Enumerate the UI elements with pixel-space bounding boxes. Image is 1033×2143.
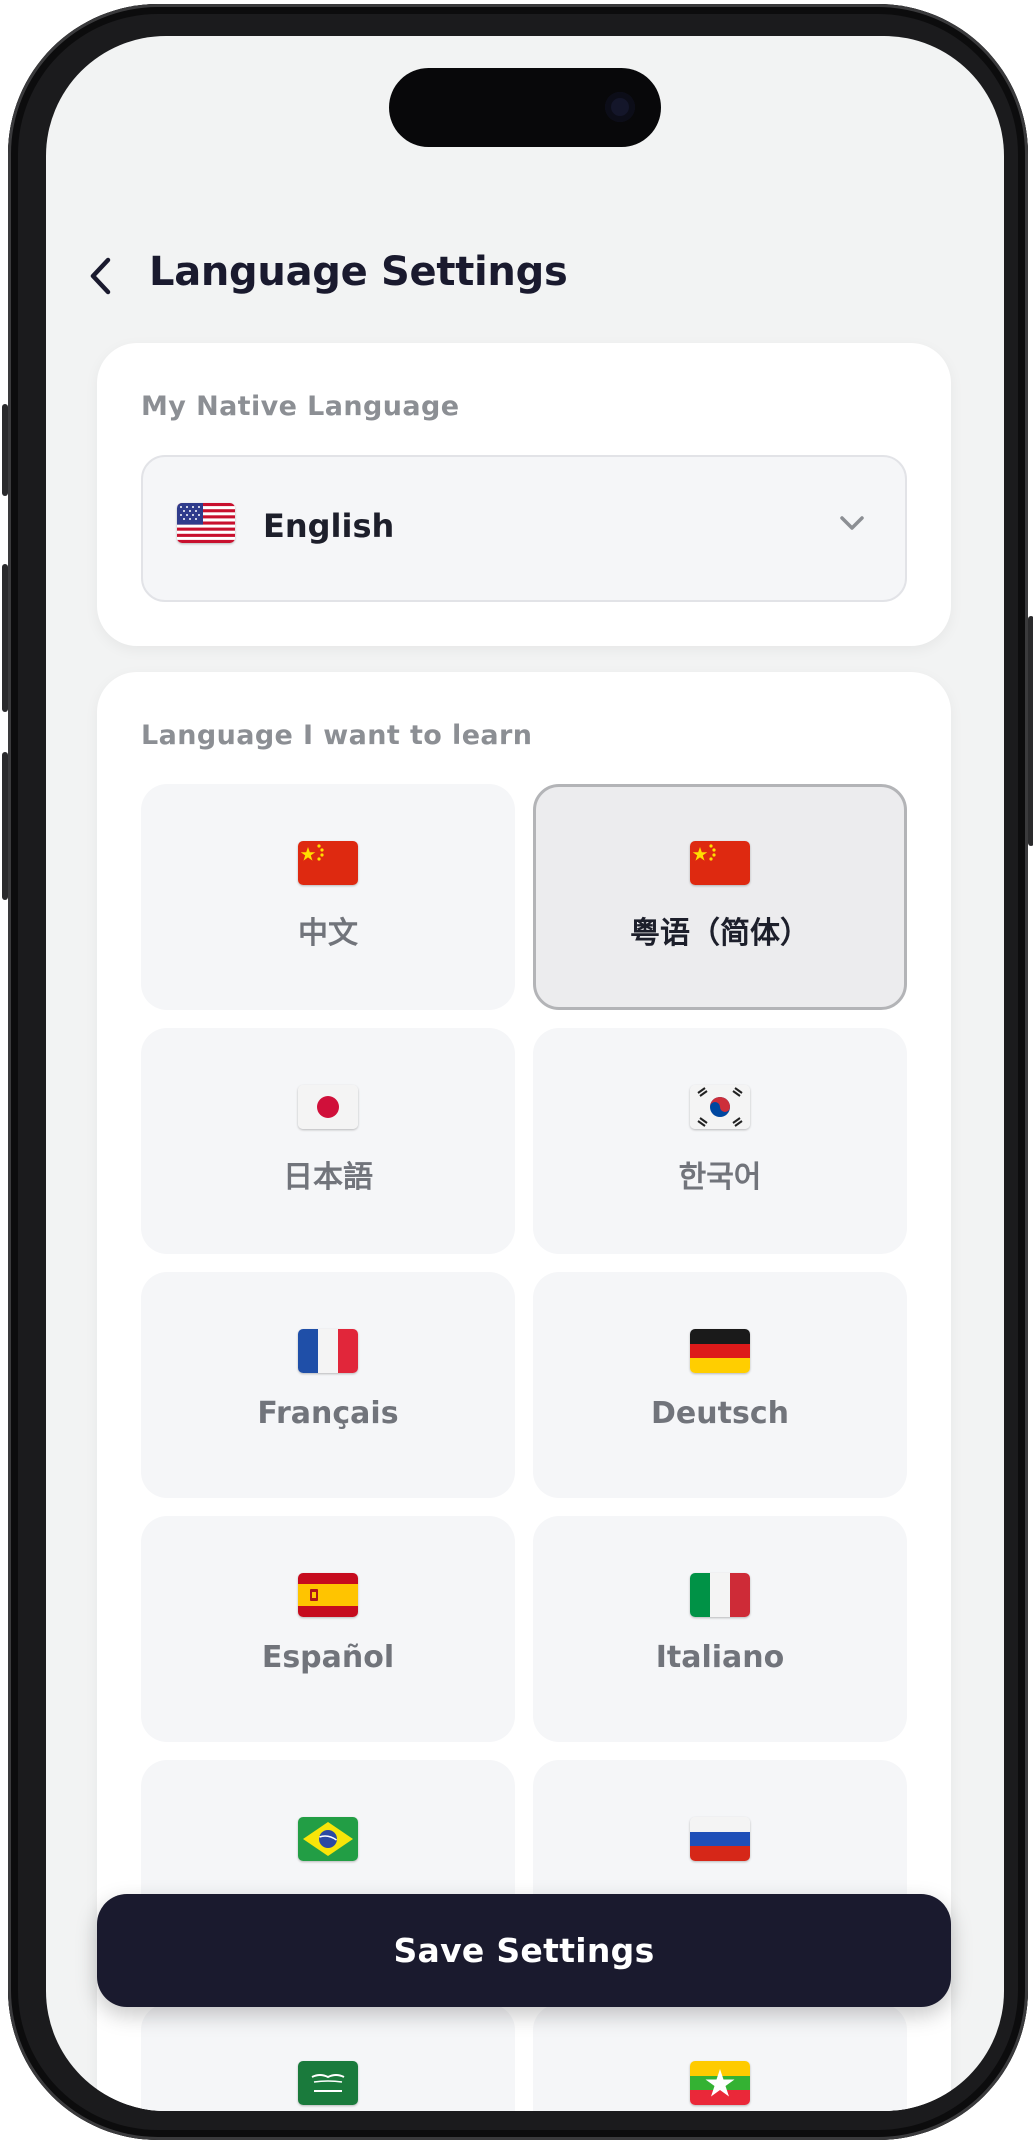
header: Language Settings [46, 216, 1004, 336]
volume-up-button [2, 564, 8, 712]
language-option-label: 日本語 [283, 1160, 373, 1195]
language-option-label: 한국어 [678, 1160, 762, 1195]
phone-frame: Language Settings My Native Language Eng… [2, 4, 1033, 2140]
russia-flag-icon [690, 1817, 750, 1861]
language-option-french[interactable]: Français [141, 1272, 515, 1498]
screen: Language Settings My Native Language Eng… [46, 36, 1004, 2111]
action-button [2, 404, 8, 496]
page-title: Language Settings [149, 249, 568, 295]
dynamic-island [389, 68, 661, 147]
language-option-italian[interactable]: Italiano [533, 1516, 907, 1742]
china-flag-icon [690, 841, 750, 885]
language-option-spanish[interactable]: Español [141, 1516, 515, 1742]
native-language-select[interactable]: English [141, 455, 907, 602]
language-option-burmese[interactable] [533, 2004, 907, 2111]
native-language-value: English [263, 507, 395, 545]
camera-icon [605, 92, 635, 122]
chevron-left-icon [90, 257, 111, 295]
germany-flag-icon [690, 1329, 750, 1373]
korea-flag-icon [690, 1085, 750, 1129]
volume-down-button [2, 752, 8, 900]
save-settings-label: Save Settings [393, 1931, 655, 1970]
learn-language-label: Language I want to learn [141, 720, 533, 751]
chevron-down-icon [839, 515, 865, 535]
back-button[interactable] [80, 256, 120, 296]
language-option-label: 中文 [298, 916, 358, 951]
language-option-japanese[interactable]: 日本語 [141, 1028, 515, 1254]
native-language-card: My Native Language English [97, 343, 951, 646]
japan-flag-icon [298, 1085, 358, 1129]
myanmar-flag-icon [690, 2061, 750, 2105]
language-option-german[interactable]: Deutsch [533, 1272, 907, 1498]
china-flag-icon [298, 841, 358, 885]
language-option-label: 粤语（简体） [630, 916, 810, 951]
save-settings-button[interactable]: Save Settings [97, 1894, 951, 2007]
native-language-label: My Native Language [141, 391, 460, 422]
language-option-chinese[interactable]: 中文 [141, 784, 515, 1010]
brazil-flag-icon [298, 1817, 358, 1861]
france-flag-icon [298, 1329, 358, 1373]
spain-flag-icon [298, 1573, 358, 1617]
language-option-label: Deutsch [651, 1396, 789, 1431]
italy-flag-icon [690, 1573, 750, 1617]
us-flag-icon [177, 503, 235, 543]
language-option-cantonese[interactable]: 粤语（简体） [533, 784, 907, 1010]
language-option-label: Français [257, 1396, 399, 1431]
language-option-arabic[interactable] [141, 2004, 515, 2111]
language-option-label: Español [261, 1640, 395, 1675]
power-button [1028, 616, 1033, 846]
language-option-label: Italiano [655, 1640, 785, 1675]
language-option-korean[interactable]: 한국어 [533, 1028, 907, 1254]
saudi-arabia-flag-icon [298, 2061, 358, 2105]
